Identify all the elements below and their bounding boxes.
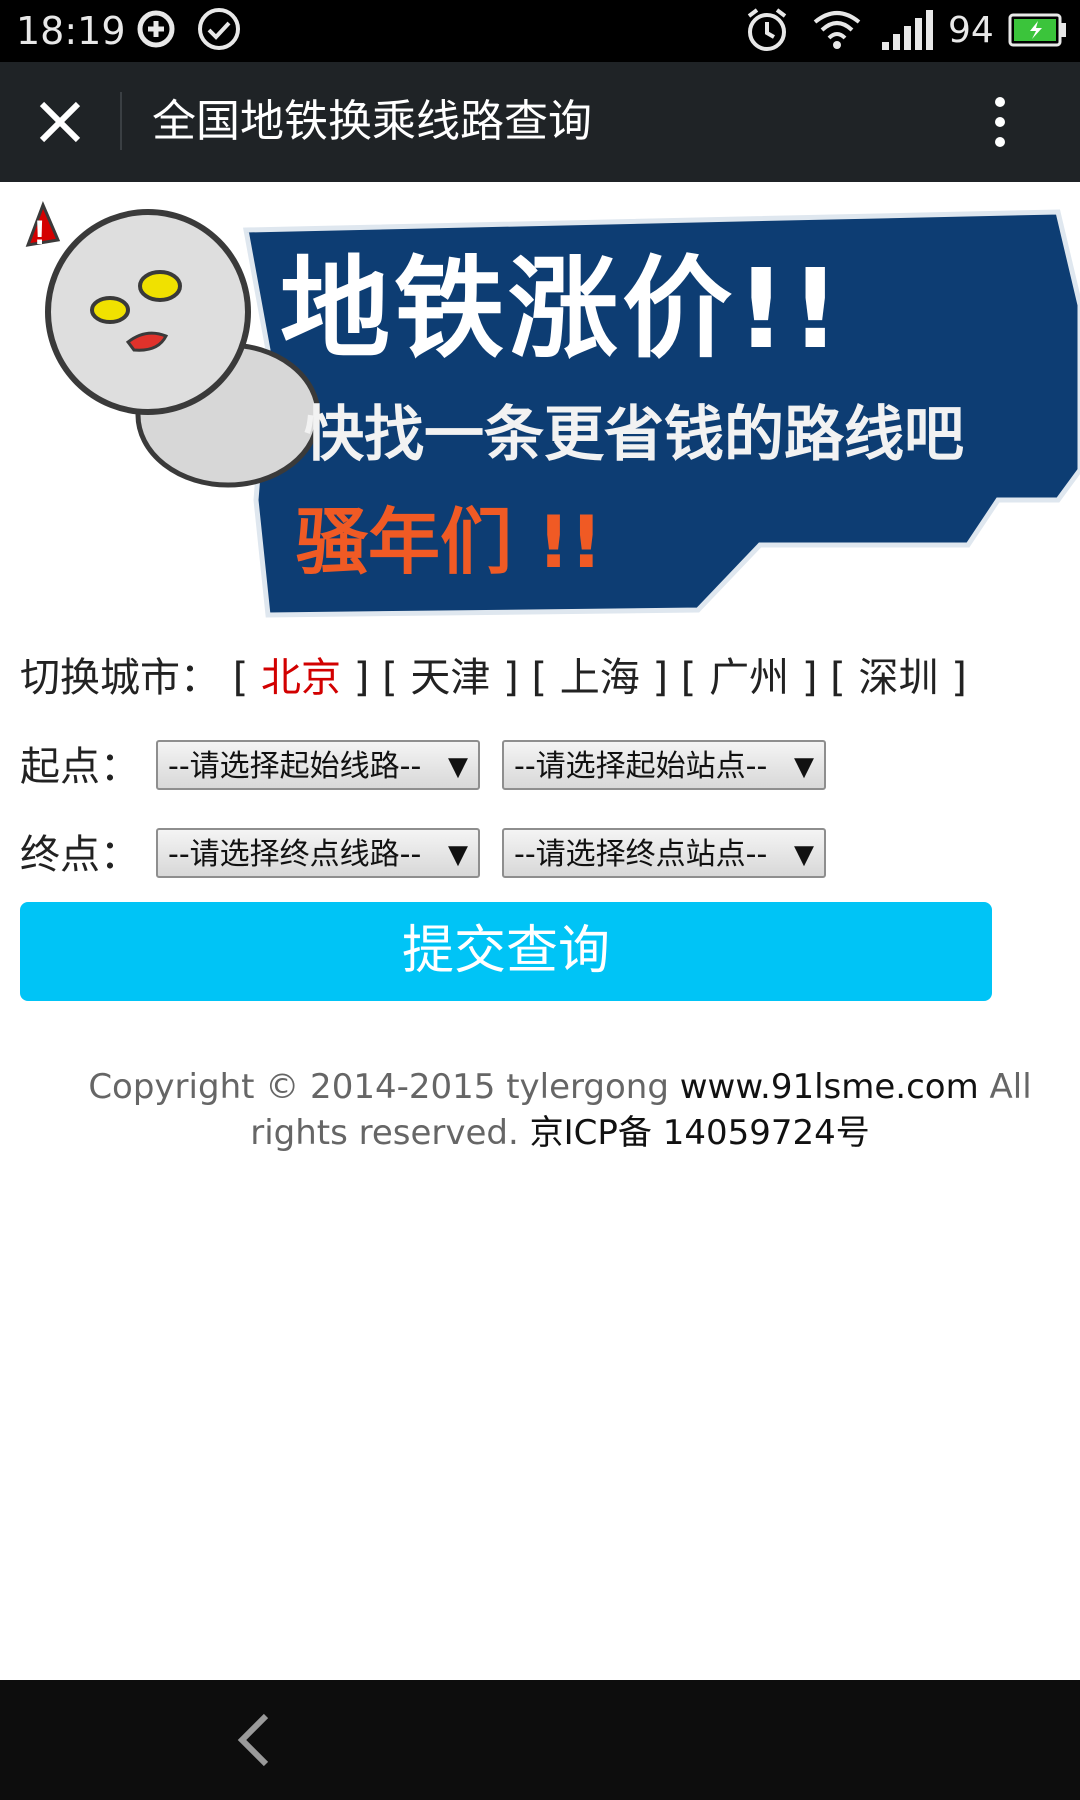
battery-icon: [1008, 10, 1068, 54]
status-bar: 18:19 94: [0, 0, 1080, 62]
sync-icon: [134, 6, 178, 56]
dropdown-arrow-icon: ▼: [794, 752, 814, 782]
banner-subline: 快找一条更省钱的路线吧: [304, 400, 964, 470]
more-menu-button[interactable]: [980, 92, 1020, 152]
city-link-beijing[interactable]: 北京: [261, 655, 341, 701]
back-chevron-icon: [237, 1713, 269, 1767]
battery-level: 94: [948, 10, 994, 51]
end-label: 终点：: [20, 832, 140, 878]
more-vert-icon: [995, 97, 1005, 147]
start-label: 起点：: [20, 744, 140, 790]
start-line-select-value: --请选择起始线路--: [168, 749, 422, 784]
banner-tagline: 骚年们 !!: [296, 500, 603, 584]
submit-query-button[interactable]: 提交查询: [20, 902, 992, 1001]
back-button[interactable]: [230, 1710, 280, 1770]
footer-icp: 京ICP备 14059724号: [529, 1113, 870, 1153]
footer-site-link[interactable]: www.91lsme.com: [680, 1067, 979, 1107]
close-button[interactable]: [30, 92, 90, 152]
alarm-icon: [744, 6, 790, 58]
check-circle-icon: [196, 6, 242, 56]
end-station-select-value: --请选择终点站点--: [514, 837, 768, 872]
end-line-select-value: --请选择终点线路--: [168, 837, 422, 872]
dropdown-arrow-icon: ▼: [448, 752, 468, 782]
city-switch-label: 切换城市：: [20, 655, 220, 701]
status-time: 18:19: [16, 9, 126, 53]
footer-copyright: Copyright © 2014-2015 tylergong: [88, 1067, 669, 1107]
start-station-select-value: --请选择起始站点--: [514, 749, 768, 784]
system-nav-bar: [0, 1680, 1080, 1800]
start-row: 起点： --请选择起始线路-- ▼ --请选择起始站点-- ▼: [20, 740, 1020, 794]
start-line-select[interactable]: --请选择起始线路-- ▼: [156, 740, 480, 790]
page-title: 全国地铁换乘线路查询: [152, 96, 592, 147]
city-link-shenzhen[interactable]: 深圳: [858, 655, 938, 701]
app-bar: 全国地铁换乘线路查询: [0, 62, 1080, 182]
dropdown-arrow-icon: ▼: [448, 840, 468, 870]
signal-icon: [880, 6, 936, 56]
wifi-icon: [812, 6, 862, 56]
svg-text:!: !: [34, 214, 45, 252]
promo-banner: ! 地铁涨价!! 快找一条更省钱的路线吧 骚年们 !!: [18, 200, 1080, 620]
dropdown-arrow-icon: ▼: [794, 840, 814, 870]
city-link-tianjin[interactable]: 天津: [410, 655, 490, 701]
banner-headline: 地铁涨价!!: [280, 245, 845, 373]
close-icon: [39, 101, 81, 143]
end-line-select[interactable]: --请选择终点线路-- ▼: [156, 828, 480, 878]
app-bar-divider: [120, 92, 122, 150]
end-station-select[interactable]: --请选择终点站点-- ▼: [502, 828, 826, 878]
end-row: 终点： --请选择终点线路-- ▼ --请选择终点站点-- ▼: [20, 828, 1020, 882]
start-station-select[interactable]: --请选择起始站点-- ▼: [502, 740, 826, 790]
city-switch: 切换城市： [ 北京 ] [ 天津 ] [ 上海 ] [ 广州 ] [ 深圳 ]: [20, 655, 967, 701]
city-link-guangzhou[interactable]: 广州: [709, 655, 789, 701]
city-link-shanghai[interactable]: 上海: [560, 655, 640, 701]
footer: Copyright © 2014-2015 tylergong www.91ls…: [70, 1064, 1050, 1156]
